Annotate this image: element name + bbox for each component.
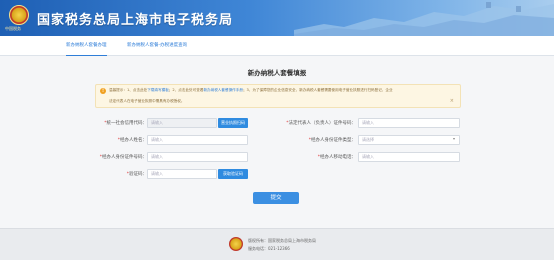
tax-emblem-icon (9, 5, 29, 25)
agent-id-type-select[interactable]: 请选择 (358, 135, 460, 145)
close-icon[interactable]: × (450, 98, 454, 104)
emblem-caption: 中国税务 (5, 26, 21, 31)
chevron-down-icon: ▾ (453, 136, 456, 141)
submit-button[interactable]: 提交 (253, 192, 299, 204)
site-title: 国家税务总局上海市电子税务局 (37, 13, 234, 28)
site-header: 中国税务 国家税务总局上海市电子税务局 (0, 0, 554, 36)
great-wall-banner (294, 2, 554, 36)
agent-id-no-label: *经办人身份证件号码： (99, 155, 147, 160)
tax-emblem-icon (229, 237, 243, 251)
page-title: 新办纳税人套餐填报 (247, 69, 307, 77)
notice-line-1: 温馨提示：1、点击此处下载填写模板；2、点击此处可查看新办纳税人套餐操作手册；3… (109, 88, 393, 93)
credit-code-label: *统一社会信用代码： (104, 121, 147, 126)
license-scan-button[interactable]: 营业执照扫码 (218, 118, 248, 128)
warning-icon: ! (100, 88, 106, 94)
copyright-text: 版权所有：国家税务总局上海市税务局 (248, 238, 316, 243)
agent-name-label: *经办人姓名： (117, 138, 147, 143)
manual-link[interactable]: 新办纳税人套餐操作手册 (203, 88, 243, 92)
agent-id-no-input[interactable]: 请输入 (147, 152, 248, 162)
legal-rep-id-label: *法定代表人（负责人）证件号码： (286, 121, 356, 126)
captcha-label: *验证码： (126, 172, 147, 177)
get-captcha-button[interactable]: 获取验证码 (218, 169, 248, 179)
captcha-input[interactable]: 请输入 (147, 169, 217, 179)
notice-text: ；2、点击此处可查看 (168, 88, 204, 92)
tab-bar: 新办纳税人套餐办理 新办纳税人套餐-办税进度查询 (0, 36, 554, 56)
notice-banner: ! 温馨提示：1、点击此处下载填写模板；2、点击此处可查看新办纳税人套餐操作手册… (95, 84, 461, 108)
download-template-link[interactable]: 下载填写模板 (147, 88, 169, 92)
agent-name-input[interactable]: 请输入 (147, 135, 248, 145)
credit-code-input[interactable]: 请输入 (147, 118, 217, 128)
site-footer: 版权所有：国家税务总局上海市税务局 服务电话：021-12366 (0, 228, 554, 260)
legal-rep-id-input[interactable]: 请输入 (358, 118, 460, 128)
notice-text: ；3、为了保障您的企业信息安全，新办纳税人套餐需要使用电子营业执照进行扫码登记，… (242, 88, 393, 92)
notice-text: 温馨提示：1、点击此处 (109, 88, 148, 92)
tab-progress-query[interactable]: 新办纳税人套餐-办税进度查询 (127, 36, 187, 56)
agent-mobile-input[interactable]: 请输入 (358, 152, 460, 162)
agent-mobile-label: *经办人移动电话： (317, 155, 356, 160)
notice-line-2: 法定代表人在电子营业执照中需具有办税授权。 (109, 99, 185, 103)
hotline-text: 服务电话：021-12366 (248, 246, 290, 251)
agent-id-type-label: *经办人身份证件类型： (308, 138, 356, 143)
tab-new-taxpayer-package[interactable]: 新办纳税人套餐办理 (66, 36, 107, 56)
